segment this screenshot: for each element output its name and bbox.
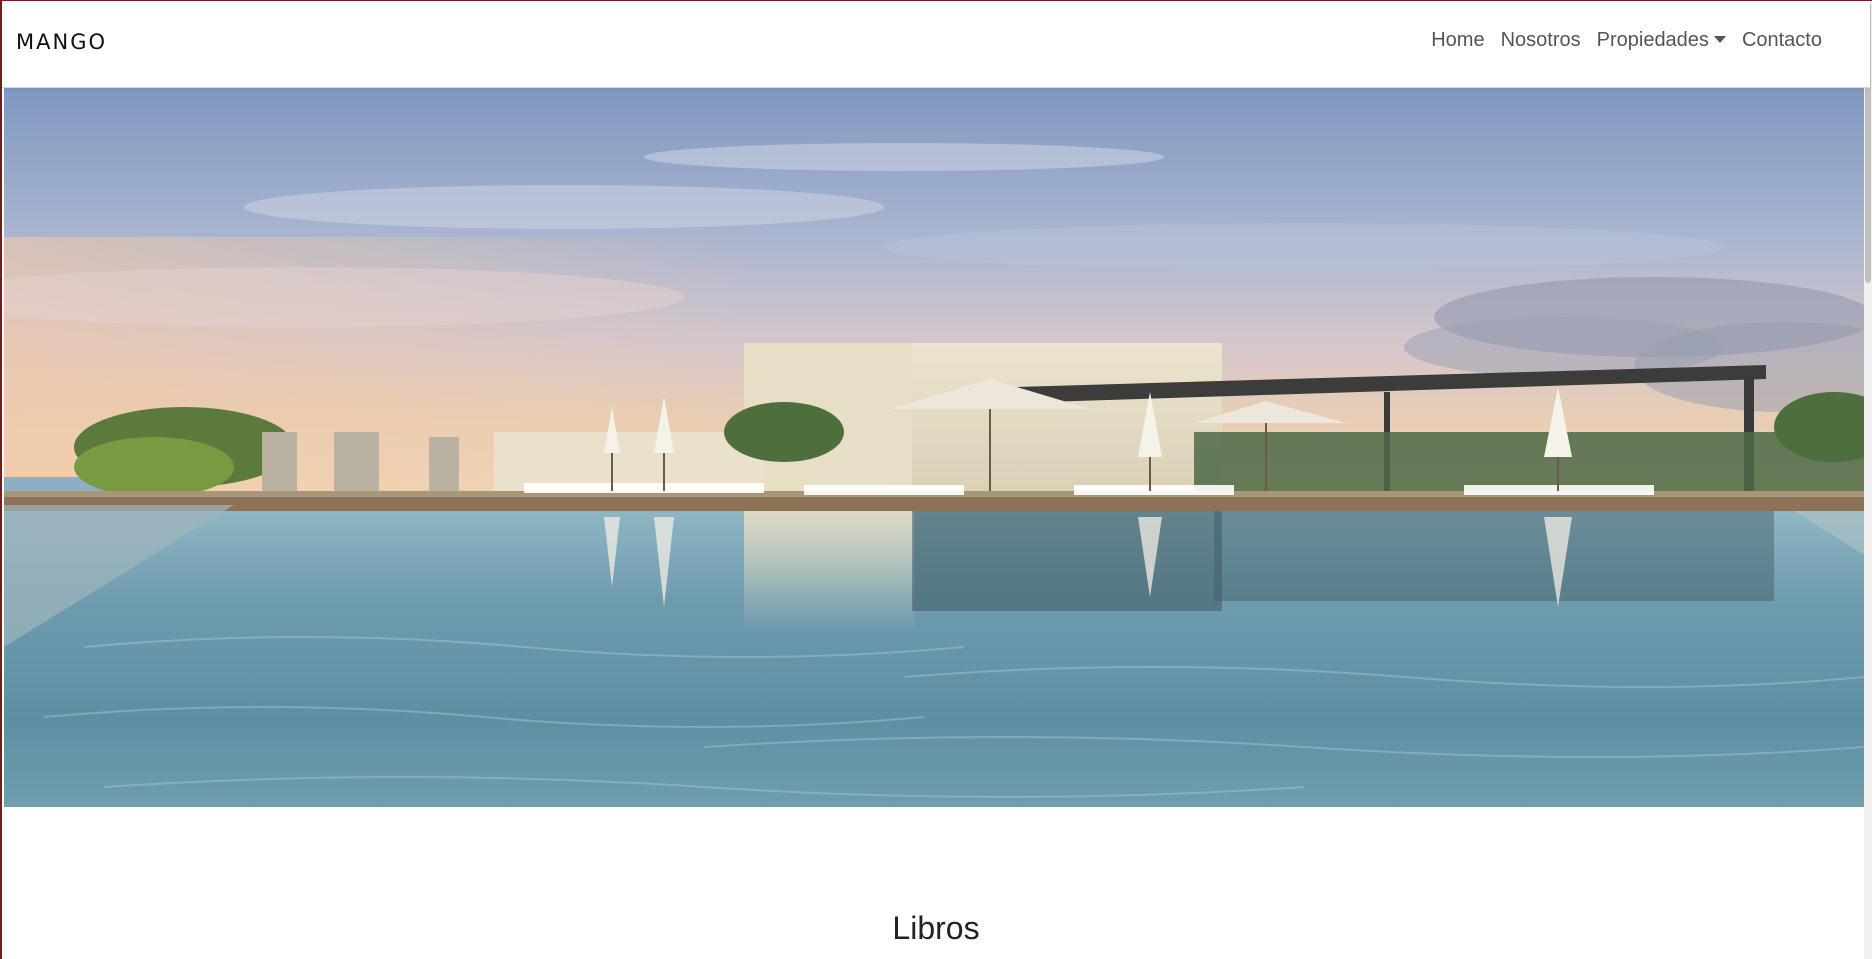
- hero-image-graphic: [4, 87, 1868, 807]
- page-frame: MANGO Home Nosotros Propiedades Contacto: [0, 0, 1872, 959]
- hero-image: [4, 87, 1868, 807]
- nav-link-home[interactable]: Home: [1431, 29, 1484, 52]
- nav-menu: Home Nosotros Propiedades Contacto: [1431, 29, 1822, 52]
- brand-logo[interactable]: MANGO: [16, 30, 107, 54]
- nav-link-contacto[interactable]: Contacto: [1742, 29, 1822, 52]
- caret-down-icon: [1713, 36, 1726, 43]
- page-scrollbar[interactable]: [1864, 1, 1872, 959]
- section-title: Libros: [892, 909, 980, 946]
- nav-dropdown-label: Propiedades: [1596, 29, 1709, 51]
- nav-link-nosotros[interactable]: Nosotros: [1501, 29, 1581, 52]
- nav-dropdown-propiedades[interactable]: Propiedades: [1597, 29, 1726, 52]
- navbar: MANGO Home Nosotros Propiedades Contacto: [2, 1, 1870, 88]
